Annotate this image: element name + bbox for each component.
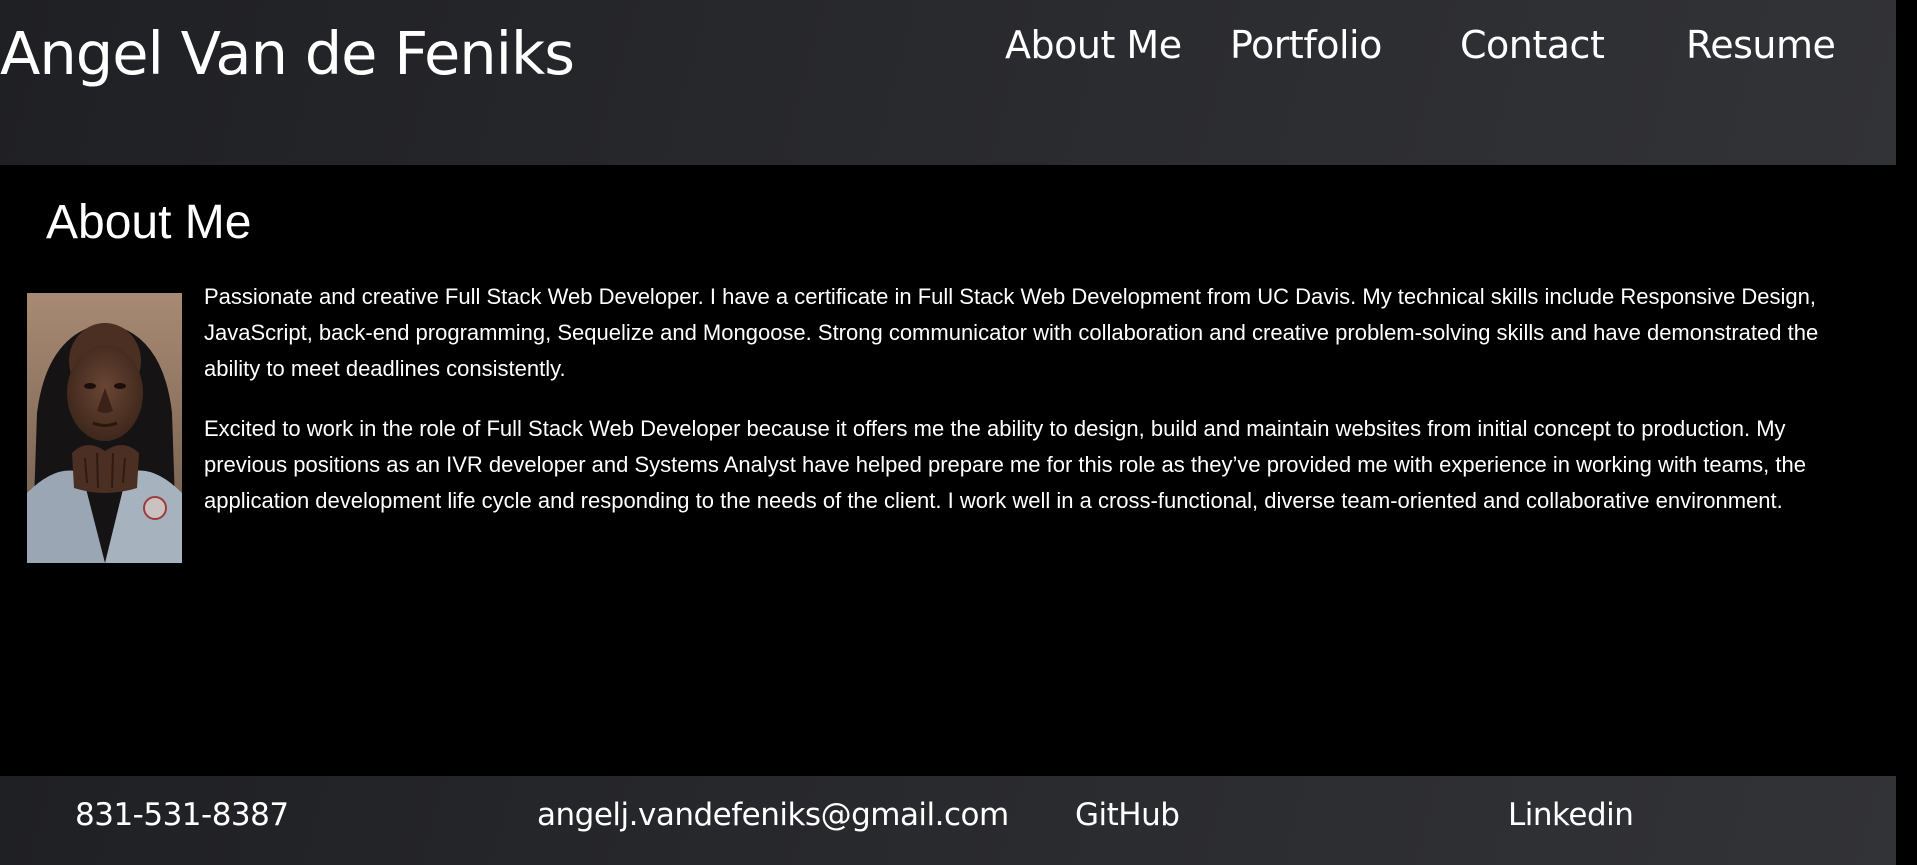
footer-phone-link[interactable]: 831-531-8387 <box>75 793 289 837</box>
about-heading: About Me <box>46 196 252 249</box>
site-title: Angel Van de Feniks <box>0 19 575 88</box>
nav-link-about-me[interactable]: About Me <box>1005 20 1182 70</box>
nav-link-contact[interactable]: Contact <box>1460 20 1605 70</box>
nav-link-portfolio[interactable]: Portfolio <box>1230 20 1382 70</box>
site-footer: 831-531-8387 angelj.vandefeniks@gmail.co… <box>0 776 1896 865</box>
about-paragraph: Excited to work in the role of Full Stac… <box>204 416 1806 513</box>
footer-github-link[interactable]: GitHub <box>1075 793 1180 837</box>
profile-photo <box>27 293 182 563</box>
about-paragraph: Passionate and creative Full Stack Web D… <box>204 284 1819 381</box>
about-text: Passionate and creative Full Stack Web D… <box>204 279 1869 543</box>
site-header: Angel Van de Feniks About Me Portfolio C… <box>0 0 1896 165</box>
footer-email-link[interactable]: angelj.vandefeniks@gmail.com <box>537 793 1009 837</box>
page-gutter <box>1896 0 1917 865</box>
footer-linkedin-link[interactable]: Linkedin <box>1508 793 1634 837</box>
nav-link-resume[interactable]: Resume <box>1686 20 1836 70</box>
about-section: About Me Passionate and creative Full St… <box>0 165 1896 775</box>
